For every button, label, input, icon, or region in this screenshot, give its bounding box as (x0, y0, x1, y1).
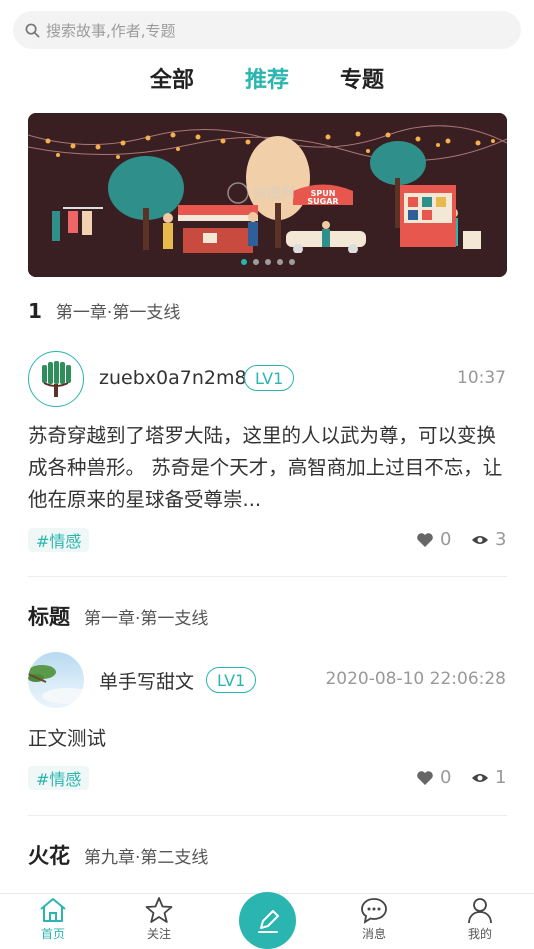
post-chapter: 第九章·第二支线 (84, 848, 209, 868)
chat-icon (361, 898, 387, 924)
author-name[interactable]: zuebx0a7n2m8 (99, 367, 247, 389)
tree-avatar-icon (42, 361, 71, 397)
nav-me-label: 我的 (467, 927, 492, 941)
banner-carousel[interactable]: SPUN SUGAR 搜图网 (28, 113, 507, 277)
avatar[interactable] (28, 351, 84, 407)
home-screen: 搜索故事,作者,专题 全部 推荐 专题 SPUN SUGAR 搜图网 1 第一章… (0, 0, 534, 949)
post-chapter: 第一章·第一支线 (55, 303, 181, 323)
banner-sign-2: SUGAR (307, 197, 338, 206)
nav-follow[interactable]: 关注 (129, 896, 189, 942)
avatar[interactable] (28, 652, 84, 708)
post-time: 2020-08-10 22:06:28 (325, 669, 506, 689)
nav-me[interactable]: 我的 (450, 896, 510, 942)
post-number: 1 (28, 299, 42, 323)
like-value: 0 (440, 529, 452, 550)
tab-topics[interactable]: 专题 (340, 62, 384, 94)
level-badge: LV1 (244, 365, 295, 391)
banner-dot[interactable] (276, 259, 283, 265)
banner-dot[interactable] (240, 259, 247, 265)
post-title: 火花 (28, 844, 70, 868)
search-icon (25, 23, 40, 37)
like-count[interactable]: 0 (416, 529, 451, 550)
nav-home[interactable]: 首页 (23, 896, 83, 942)
post-body[interactable]: 苏奇穿越到了塔罗大陆，这里的人以武为尊，可以变换成各种兽形。 苏奇是个天才，高智… (28, 420, 512, 518)
pen-icon (257, 909, 279, 933)
star-icon (145, 897, 173, 923)
view-count: 3 (471, 529, 506, 550)
post-tag[interactable]: #情感 (28, 528, 90, 552)
eye-icon (472, 773, 488, 782)
post-title: 标题 (28, 605, 70, 629)
like-count[interactable]: 0 (416, 767, 451, 788)
post-tag[interactable]: #情感 (28, 766, 90, 790)
nav-home-label: 首页 (40, 927, 65, 941)
author-name[interactable]: 单手写甜文 (99, 667, 194, 694)
compose-button[interactable] (239, 892, 296, 949)
search-bar[interactable]: 搜索故事,作者,专题 (13, 11, 521, 49)
banner-dot[interactable] (264, 259, 271, 265)
divider (28, 576, 507, 577)
nav-follow-label: 关注 (146, 927, 171, 941)
heart-icon (417, 770, 433, 785)
post-header[interactable]: 标题 第一章·第一支线 (28, 601, 208, 631)
nav-messages-label: 消息 (361, 927, 386, 941)
nav-messages[interactable]: 消息 (344, 896, 404, 942)
post-chapter: 第一章·第一支线 (84, 609, 209, 629)
tab-all[interactable]: 全部 (150, 62, 194, 94)
banner-pagination (28, 259, 507, 265)
svg-text:搜图网: 搜图网 (253, 186, 295, 202)
view-count: 1 (471, 767, 506, 788)
heart-icon (417, 532, 433, 547)
post-body[interactable]: 正文测试 (28, 723, 512, 755)
post-header[interactable]: 火花 第九章·第二支线 (28, 840, 208, 870)
divider (28, 815, 507, 816)
eye-icon (472, 535, 488, 544)
home-icon (40, 898, 66, 922)
like-value: 0 (440, 767, 452, 788)
bottom-nav: 首页 关注 消息 我的 (0, 892, 534, 949)
search-placeholder: 搜索故事,作者,专题 (46, 21, 176, 40)
tab-recommend[interactable]: 推荐 (245, 62, 289, 94)
level-badge: LV1 (206, 667, 257, 693)
view-value: 1 (495, 767, 507, 788)
banner-illustration: SPUN SUGAR 搜图网 (28, 113, 507, 277)
view-value: 3 (495, 529, 507, 550)
landscape-avatar-icon (28, 665, 84, 704)
user-icon (468, 898, 492, 924)
post-header[interactable]: 1 第一章·第一支线 (28, 298, 180, 323)
post-time: 10:37 (457, 368, 506, 388)
banner-dot[interactable] (252, 259, 259, 265)
category-tabs: 全部 推荐 专题 (0, 62, 534, 96)
banner-dot[interactable] (288, 259, 295, 265)
